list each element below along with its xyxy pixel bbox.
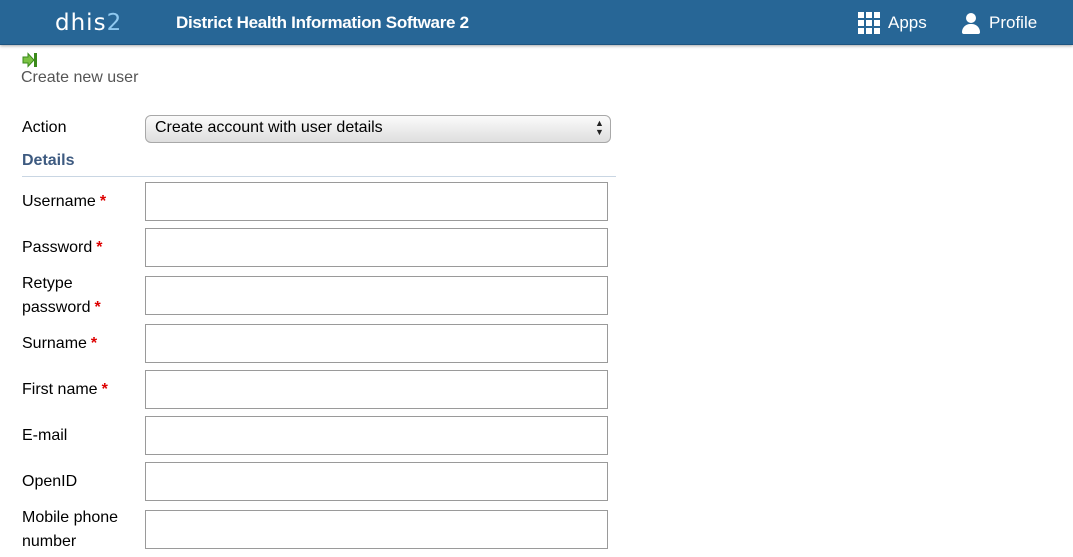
mobile-phone-input[interactable] xyxy=(145,510,608,549)
username-label: Username * xyxy=(22,190,106,214)
first-name-label-text: First name xyxy=(22,381,98,398)
back-arrow-icon[interactable] xyxy=(22,52,38,68)
select-arrows-icon: ▲ ▼ xyxy=(595,118,604,137)
action-label: Action xyxy=(22,119,67,136)
app-title: District Health Information Software 2 xyxy=(176,13,469,32)
retype-password-label-line2: password xyxy=(22,299,91,316)
page-title: Create new user xyxy=(21,69,139,86)
username-input[interactable] xyxy=(145,182,608,221)
email-input[interactable] xyxy=(145,416,608,455)
user-icon xyxy=(961,12,981,34)
first-name-input[interactable] xyxy=(145,370,608,409)
surname-label: Surname * xyxy=(22,332,97,356)
surname-label-text: Surname xyxy=(22,335,87,352)
email-label: E-mail xyxy=(22,427,68,444)
retype-password-label-line1: Retype xyxy=(22,275,73,292)
retype-password-label: Retype password * xyxy=(22,272,101,320)
section-title-details: Details xyxy=(22,152,75,169)
required-marker: * xyxy=(94,299,101,316)
mobile-phone-label-line1: Mobile phone xyxy=(22,509,119,526)
top-header-bar: dhis2 District Health Information Softwa… xyxy=(0,0,1073,45)
username-label-text: Username xyxy=(22,193,96,210)
password-label: Password * xyxy=(22,236,102,260)
dhis2-logo[interactable]: dhis2 xyxy=(55,10,122,36)
password-label-text: Password xyxy=(22,239,93,256)
required-marker: * xyxy=(99,193,107,210)
required-marker: * xyxy=(96,239,103,256)
apps-grid-icon xyxy=(858,12,880,34)
action-selected-value: Create account with user details xyxy=(155,119,383,136)
section-divider xyxy=(22,176,616,177)
surname-input[interactable] xyxy=(145,324,608,363)
profile-label: Profile xyxy=(989,13,1038,32)
apps-label: Apps xyxy=(888,13,927,32)
openid-input[interactable] xyxy=(145,462,608,501)
required-marker: * xyxy=(90,335,98,352)
logo-text: dhis xyxy=(55,10,107,36)
mobile-phone-label-line2: number xyxy=(22,533,77,550)
mobile-phone-label: Mobile phone number xyxy=(22,506,118,554)
password-input[interactable] xyxy=(145,228,608,267)
logo-accent: 2 xyxy=(106,10,123,36)
apps-menu-button[interactable]: Apps xyxy=(858,11,927,35)
profile-menu-button[interactable]: Profile xyxy=(961,11,1037,35)
openid-label: OpenID xyxy=(22,473,78,490)
required-marker: * xyxy=(101,381,108,398)
retype-password-input[interactable] xyxy=(145,276,608,315)
first-name-label: First name * xyxy=(22,378,108,402)
action-select[interactable]: Create account with user details ▲ ▼ xyxy=(145,115,611,143)
